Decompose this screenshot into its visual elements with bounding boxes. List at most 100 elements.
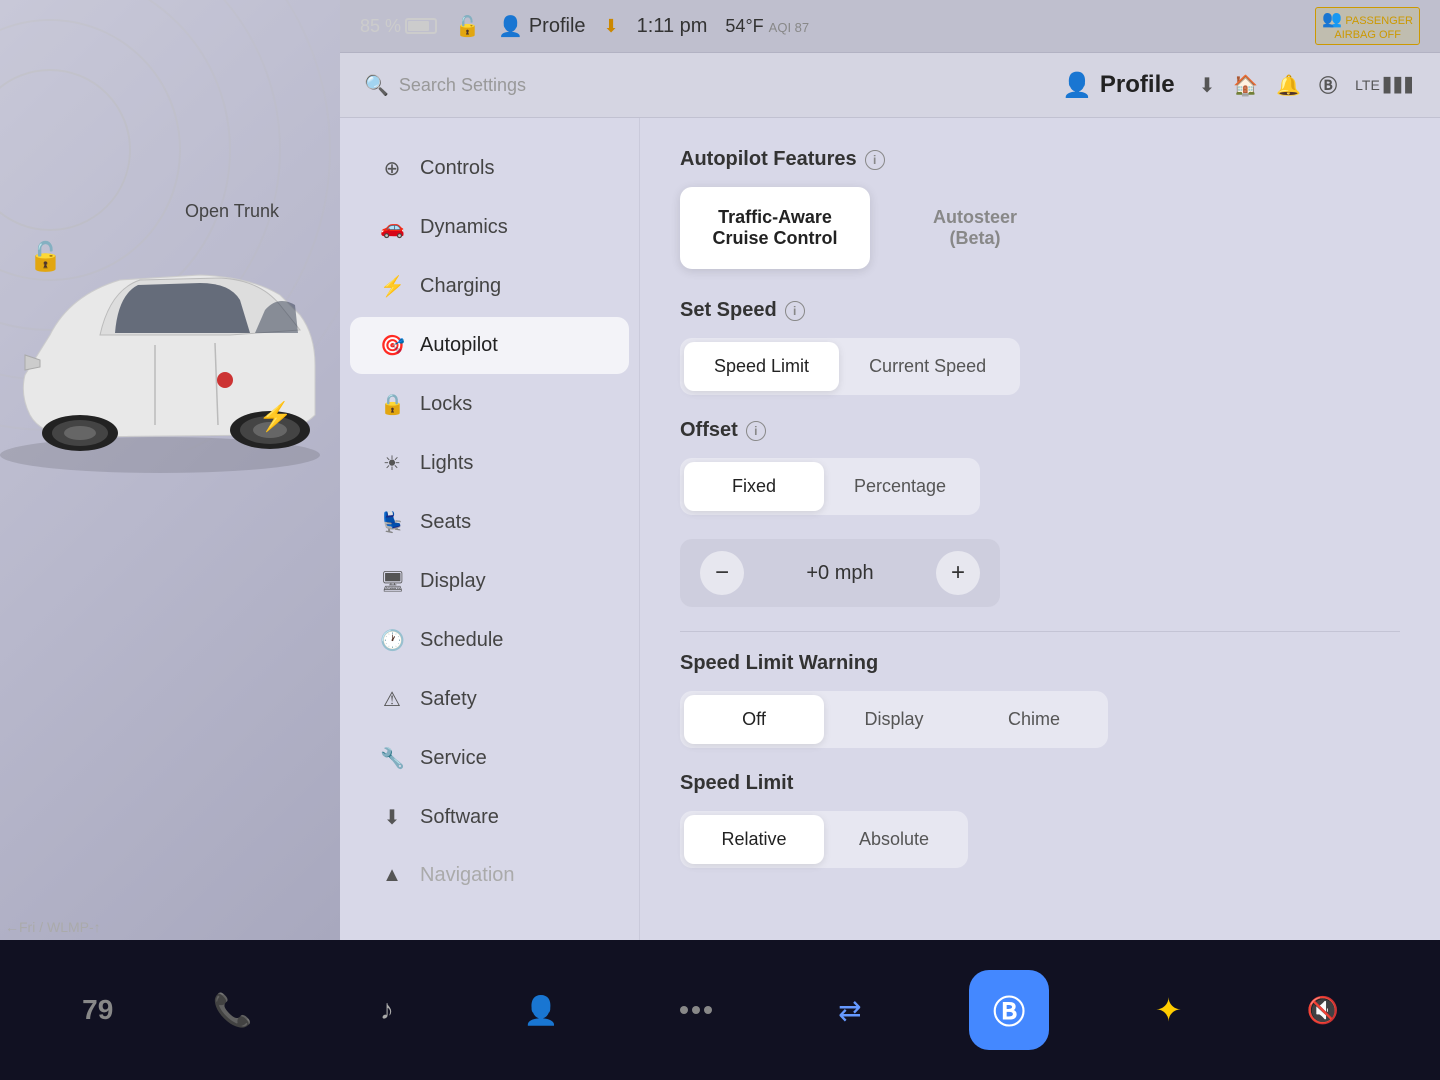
top-status-bar: 85 % 🔓 👤 Profile ⬇ 1:11 pm 54°F AQI 87 👥… [340, 0, 1440, 53]
settings-panel: Autopilot Features i Traffic-Aware Cruis… [640, 118, 1440, 940]
set-speed-info-icon[interactable]: i [785, 301, 805, 321]
aqi-badge: AQI 87 [769, 20, 809, 35]
bell-header-icon[interactable]: 🔔 [1276, 73, 1301, 98]
bluetooth-header-icon[interactable]: Ⓑ [1319, 72, 1337, 98]
plus-icon: + [951, 559, 965, 587]
taskbar-profile[interactable]: 👤 [506, 975, 576, 1045]
schedule-icon: 🕐 [380, 628, 404, 653]
speed-decrease-button[interactable]: − [700, 551, 744, 595]
nav-item-locks[interactable]: 🔒 Locks [350, 376, 629, 433]
nav-item-software[interactable]: ⬇ Software [350, 789, 629, 846]
search-bar: 🔍 Search Settings 👤 Profile ⬇ 🏠 🔔 Ⓑ LTE … [340, 53, 1440, 118]
offset-title: Offset i [680, 419, 1400, 442]
taskbar-more[interactable] [661, 975, 731, 1045]
nav-label-locks: Locks [420, 393, 472, 416]
warning-off-button[interactable]: Off [684, 695, 824, 744]
seats-icon: 💺 [380, 510, 404, 535]
nav-label-navigation: Navigation [420, 864, 515, 887]
current-speed-button[interactable]: Current Speed [839, 342, 1016, 391]
software-icon: ⬇ [380, 805, 404, 830]
taskbar-music[interactable]: ♪ [352, 975, 422, 1045]
cruise-control-label1: Traffic-Aware [718, 207, 832, 227]
top-bar-left: 85 % 🔓 👤 Profile ⬇ 1:11 pm 54°F AQI 87 [360, 14, 809, 39]
profile-person-icon: 👤 [498, 14, 523, 39]
fixed-label: Fixed [732, 476, 776, 496]
nav-item-dynamics[interactable]: 🚗 Dynamics [350, 199, 629, 256]
relative-button[interactable]: Relative [684, 815, 824, 864]
battery-fill [408, 21, 429, 31]
autopilot-info-icon[interactable]: i [865, 150, 885, 170]
page-number: 79 [82, 994, 113, 1026]
minus-icon: − [715, 559, 729, 587]
time-display: 1:11 pm [637, 15, 708, 38]
nav-item-service[interactable]: 🔧 Service [350, 730, 629, 787]
speed-value-display: +0 mph [744, 562, 936, 585]
download-header-icon[interactable]: ⬇ [1199, 73, 1216, 98]
speed-limit-section-title: Speed Limit [680, 772, 1400, 795]
speed-limit-section-label: Speed Limit [680, 772, 793, 795]
lock-icon: 🔓 [455, 14, 480, 39]
warning-chime-button[interactable]: Chime [964, 695, 1104, 744]
profile-main-label[interactable]: 👤 Profile [1062, 71, 1175, 100]
nav-label-charging: Charging [420, 275, 501, 298]
dynamics-icon: 🚗 [380, 215, 404, 240]
header-icon-row: ⬇ 🏠 🔔 Ⓑ LTE ▋▋▋ [1199, 72, 1416, 98]
speed-limit-warning-group: Off Display Chime [680, 691, 1108, 748]
safety-icon: ⚠ [380, 687, 404, 712]
nav-item-safety[interactable]: ⚠ Safety [350, 671, 629, 728]
taskbar-games[interactable]: ✦ [1134, 975, 1204, 1045]
nav-item-display[interactable]: 🖥 Display [350, 553, 629, 610]
absolute-button[interactable]: Absolute [824, 815, 964, 864]
set-speed-label: Set Speed [680, 299, 777, 322]
charging-lightning-icon: ⚡ [258, 400, 293, 433]
temperature-display: 54°F AQI 87 [725, 16, 809, 37]
search-input-area[interactable]: 🔍 Search Settings [364, 73, 1050, 98]
nav-menu: ⊕ Controls 🚗 Dynamics ⚡ Charging 🎯 Autop… [340, 118, 640, 940]
nav-label-display: Display [420, 570, 486, 593]
fixed-button[interactable]: Fixed [684, 462, 824, 511]
taskbar-center-bluetooth[interactable]: Ⓑ [969, 970, 1049, 1050]
nav-item-charging[interactable]: ⚡ Charging [350, 258, 629, 315]
autosteer-label2: (Beta) [949, 228, 1000, 248]
bluetooth-center-icon: Ⓑ [993, 987, 1025, 1033]
nav-item-schedule[interactable]: 🕐 Schedule [350, 612, 629, 669]
nav-label-software: Software [420, 806, 499, 829]
percentage-button[interactable]: Percentage [824, 462, 976, 511]
profile-icon: 👤 [1062, 71, 1092, 100]
garage-header-icon[interactable]: 🏠 [1233, 73, 1258, 98]
taskbar-volume[interactable]: 🔇 [1288, 975, 1358, 1045]
top-profile-item[interactable]: 👤 Profile [498, 14, 586, 39]
service-icon: 🔧 [380, 746, 404, 771]
vehicle-panel: 🔓 Open Trunk [0, 0, 340, 940]
taskbar-shuffle[interactable]: ⇄ [815, 975, 885, 1045]
phone-icon: 📞 [213, 991, 253, 1029]
warning-off-label: Off [742, 709, 766, 729]
nav-label-controls: Controls [420, 157, 494, 180]
profile-text: Profile [1100, 71, 1175, 99]
profile-taskbar-icon: 👤 [524, 994, 559, 1027]
nav-label-service: Service [420, 747, 487, 770]
speed-limit-button[interactable]: Speed Limit [684, 342, 839, 391]
taskbar-phone[interactable]: 📞 [198, 975, 268, 1045]
nav-item-seats[interactable]: 💺 Seats [350, 494, 629, 551]
car-svg [0, 180, 340, 530]
search-icon: 🔍 [364, 73, 389, 98]
nav-label-dynamics: Dynamics [420, 216, 508, 239]
nav-item-navigation[interactable]: ▲ Navigation [350, 848, 629, 903]
autopilot-features-title: Autopilot Features i [680, 148, 1400, 171]
nav-item-autopilot[interactable]: 🎯 Autopilot [350, 317, 629, 374]
nav-item-lights[interactable]: ☀ Lights [350, 435, 629, 492]
set-speed-title: Set Speed i [680, 299, 1400, 322]
current-time: 1:11 pm [637, 15, 708, 38]
offset-info-icon[interactable]: i [746, 421, 766, 441]
top-profile-label: Profile [529, 15, 586, 38]
speed-increase-button[interactable]: + [936, 551, 980, 595]
download-icon-top: ⬇ [604, 16, 619, 37]
autosteer-button[interactable]: Autosteer (Beta) [880, 187, 1070, 269]
percentage-label: Percentage [854, 476, 946, 496]
speed-value-control: − +0 mph + [680, 539, 1000, 607]
cruise-control-button[interactable]: Traffic-Aware Cruise Control [680, 187, 870, 269]
warning-display-label: Display [864, 709, 923, 729]
warning-display-button[interactable]: Display [824, 695, 964, 744]
nav-item-controls[interactable]: ⊕ Controls [350, 140, 629, 197]
